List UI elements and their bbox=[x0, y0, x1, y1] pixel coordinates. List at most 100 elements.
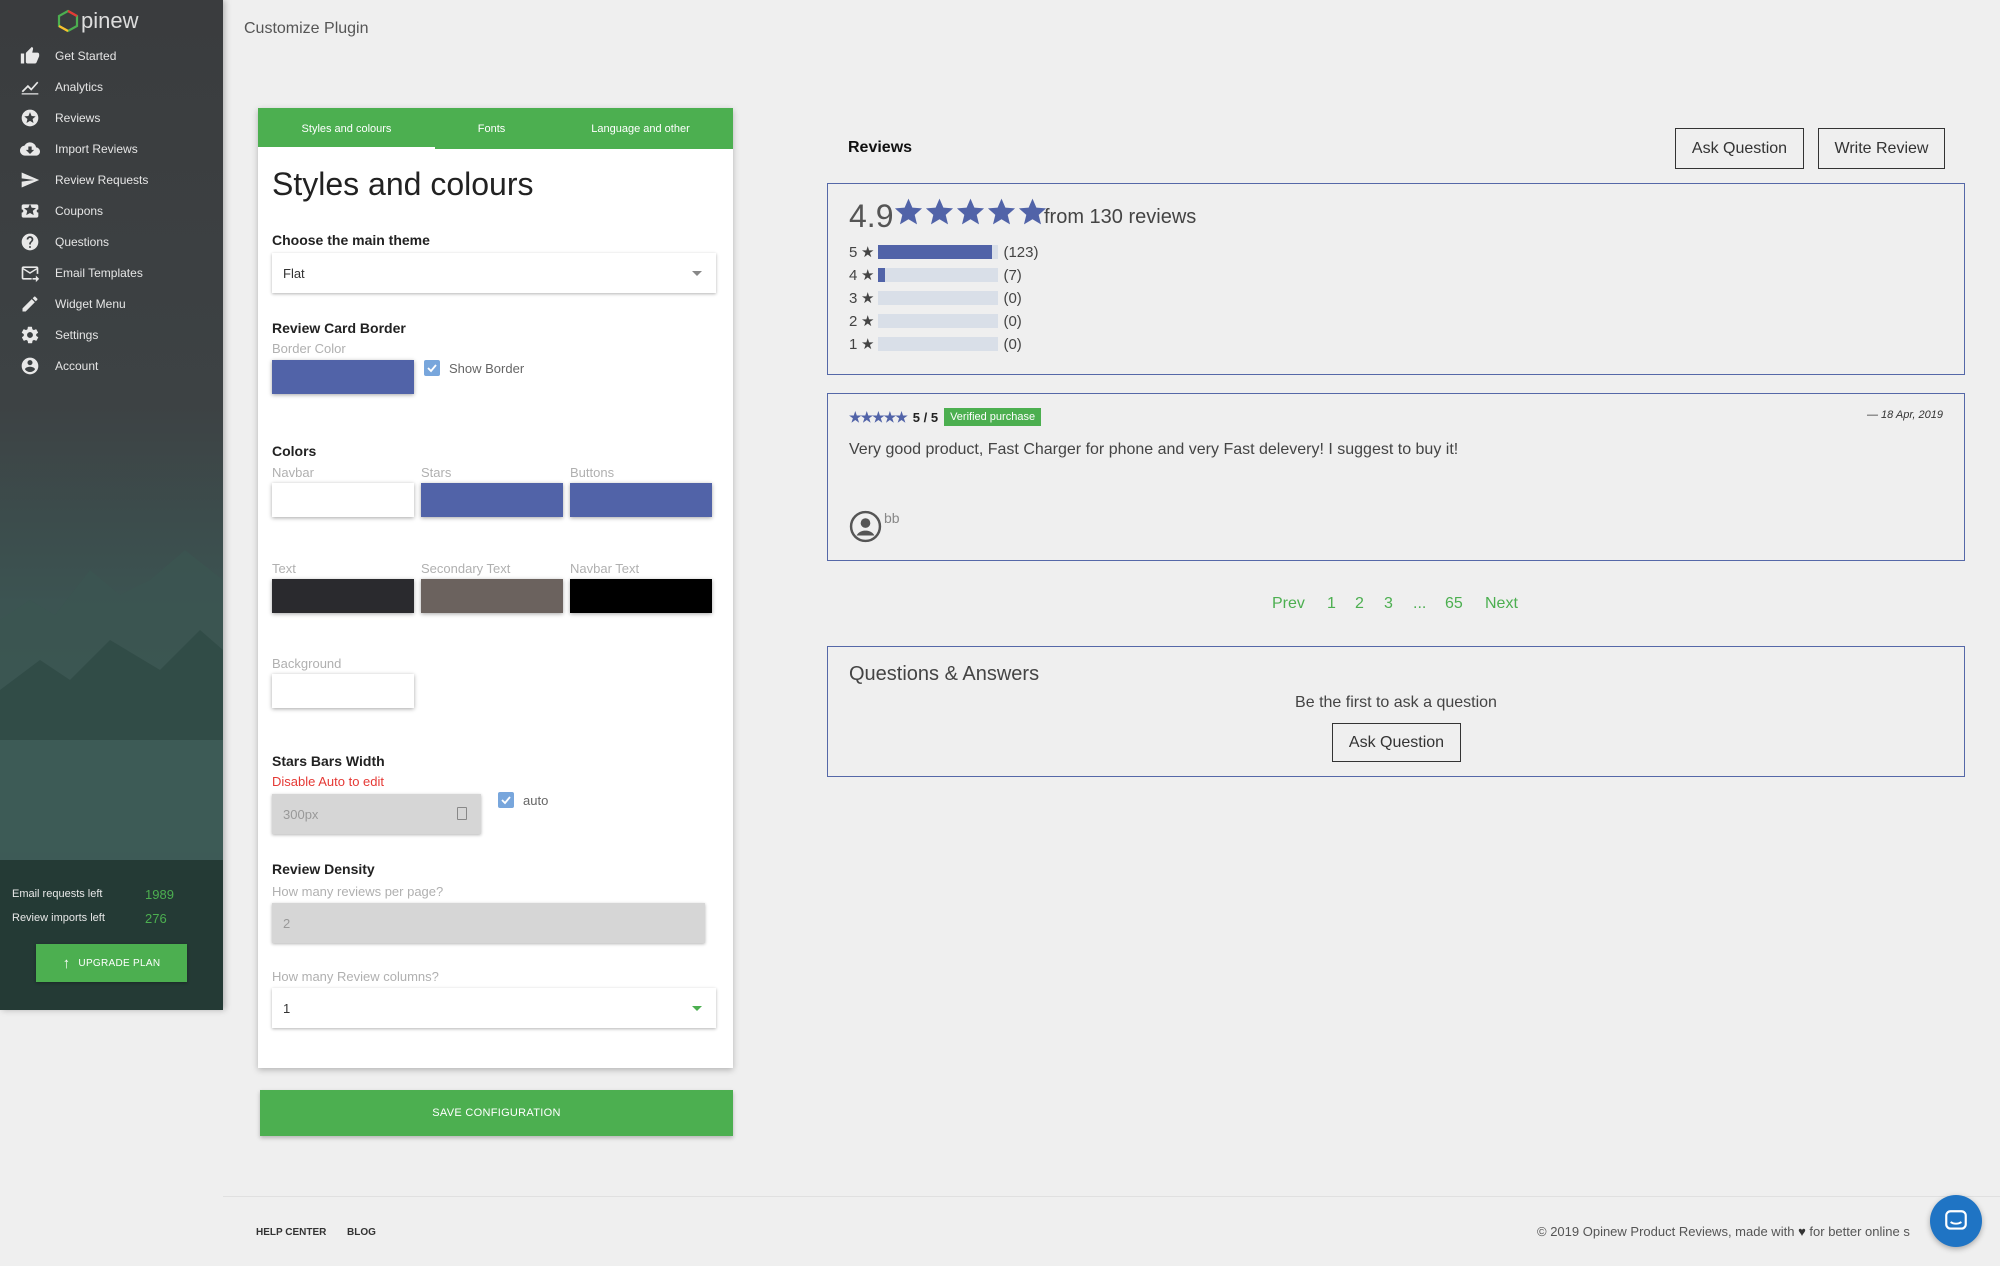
rating-summary-card: 4.9 from 130 reviews 5 ★ (123) 4 ★ (7) 3… bbox=[827, 183, 1965, 375]
reviews-title: Reviews bbox=[848, 139, 913, 156]
buttons-color-label: Buttons bbox=[570, 465, 615, 480]
small-star-icon: ★ bbox=[861, 290, 875, 307]
avatar-icon bbox=[849, 510, 882, 543]
show-border-checkbox[interactable]: Show Border bbox=[424, 360, 524, 376]
navbar-text-color-swatch[interactable] bbox=[570, 579, 712, 613]
stars-color-label: Stars bbox=[421, 465, 452, 480]
sidebar-item-account[interactable]: Account bbox=[0, 350, 223, 381]
sidebar-item-label: Import Reviews bbox=[55, 141, 138, 156]
chat-icon bbox=[1945, 1210, 1967, 1230]
secondary-text-color-swatch[interactable] bbox=[421, 579, 563, 613]
distribution-count: (0) bbox=[1003, 335, 1022, 353]
columns-select-value: 1 bbox=[283, 1000, 291, 1016]
sidebar-item-label: Widget Menu bbox=[55, 296, 126, 311]
distribution-row-2[interactable]: 2 ★ (0) bbox=[849, 311, 1022, 331]
mountain-background-image bbox=[0, 550, 223, 1010]
cloud-download-icon bbox=[19, 139, 41, 159]
logo-text: pinew bbox=[81, 8, 139, 33]
tab-language-and-other[interactable]: Language and other bbox=[548, 108, 733, 149]
auto-width-checkbox[interactable]: auto bbox=[498, 792, 548, 808]
app-logo[interactable]: pinew bbox=[57, 8, 138, 34]
stars-width-section-label: Stars Bars Width bbox=[272, 753, 385, 769]
account-circle-icon bbox=[19, 356, 41, 376]
help-circle-icon bbox=[19, 232, 41, 252]
write-review-button[interactable]: Write Review bbox=[1818, 128, 1945, 169]
distribution-row-3[interactable]: 3 ★ (0) bbox=[849, 288, 1022, 308]
chat-launcher-button[interactable] bbox=[1930, 1195, 1982, 1247]
footer-divider bbox=[223, 1196, 2000, 1197]
distribution-bar bbox=[878, 337, 999, 351]
distribution-row-1[interactable]: 1 ★ (0) bbox=[849, 334, 1022, 354]
star-icon bbox=[894, 198, 923, 225]
tab-styles-and-colours[interactable]: Styles and colours bbox=[258, 108, 435, 149]
sidebar-item-analytics[interactable]: Analytics bbox=[0, 71, 223, 102]
border-color-swatch[interactable] bbox=[272, 360, 414, 394]
columns-select[interactable]: 1 bbox=[272, 988, 716, 1028]
small-star-icon: ★ bbox=[861, 336, 875, 353]
distribution-bar-fill bbox=[878, 268, 885, 282]
upgrade-plan-label: UPGRADE PLAN bbox=[78, 957, 161, 969]
per-page-value: 2 bbox=[283, 915, 291, 931]
distribution-stars: 3 bbox=[849, 289, 858, 307]
text-color-swatch[interactable] bbox=[272, 579, 414, 613]
checkbox-checked-icon bbox=[424, 360, 440, 376]
distribution-row-4[interactable]: 4 ★ (7) bbox=[849, 265, 1022, 285]
density-section-label: Review Density bbox=[272, 861, 375, 877]
upgrade-plan-button[interactable]: ↑ UPGRADE PLAN bbox=[36, 944, 187, 982]
qa-ask-question-button[interactable]: Ask Question bbox=[1332, 723, 1461, 762]
copyright-prefix: © 2019 Opinew Product Reviews, made with bbox=[1537, 1224, 1795, 1239]
star-icon bbox=[956, 198, 985, 225]
save-configuration-button[interactable]: SAVE CONFIGURATION bbox=[260, 1090, 733, 1136]
section-heading: Styles and colours bbox=[272, 166, 534, 202]
stars-color-swatch[interactable] bbox=[421, 483, 563, 517]
qa-title: Questions & Answers bbox=[849, 663, 1040, 685]
help-center-link[interactable]: HELP CENTER bbox=[256, 1227, 326, 1238]
sidebar-item-review-requests[interactable]: Review Requests bbox=[0, 164, 223, 195]
auto-label: auto bbox=[523, 792, 549, 808]
distribution-row-5[interactable]: 5 ★ (123) bbox=[849, 242, 1038, 262]
stars-width-input[interactable]: 300px bbox=[272, 794, 481, 834]
send-icon bbox=[19, 170, 41, 190]
pagination-label: ... bbox=[1413, 595, 1427, 612]
sidebar-item-label: Reviews bbox=[55, 110, 101, 125]
small-star-icon: ★ bbox=[861, 313, 875, 330]
sidebar-item-settings[interactable]: Settings bbox=[0, 319, 223, 350]
pagination-label: 3 bbox=[1384, 595, 1393, 612]
sidebar-item-email-templates[interactable]: Email Templates bbox=[0, 257, 223, 288]
distribution-bar bbox=[878, 291, 999, 305]
review-card: ★★★★★ 5 / 5 Verified purchase — 18 Apr, … bbox=[827, 393, 1965, 561]
sidebar-item-reviews[interactable]: Reviews bbox=[0, 102, 223, 133]
stars-width-hint: Disable Auto to edit bbox=[272, 774, 385, 789]
sidebar-item-coupons[interactable]: Coupons bbox=[0, 195, 223, 226]
border-section-label: Review Card Border bbox=[272, 320, 406, 336]
colors-section-label: Colors bbox=[272, 443, 317, 459]
ask-question-button[interactable]: Ask Question bbox=[1675, 128, 1804, 169]
ticket-icon bbox=[19, 201, 41, 221]
buttons-color-swatch[interactable] bbox=[570, 483, 712, 517]
logo-hexagon-icon bbox=[57, 9, 79, 33]
distribution-count: (0) bbox=[1003, 312, 1022, 330]
pagination-label: 65 bbox=[1445, 595, 1463, 612]
settings-tabs: Styles and colours Fonts Language and ot… bbox=[258, 108, 733, 149]
pencil-icon bbox=[19, 294, 41, 314]
email-requests-value: 1989 bbox=[145, 887, 174, 902]
review-body: Very good product, Fast Charger for phon… bbox=[849, 441, 1459, 458]
sidebar-item-get-started[interactable]: Get Started bbox=[0, 40, 223, 71]
email-requests-label: Email requests left bbox=[12, 888, 103, 900]
copyright-suffix: for better online s bbox=[1809, 1224, 1910, 1239]
background-color-swatch[interactable] bbox=[272, 674, 414, 708]
per-page-input[interactable]: 2 bbox=[272, 903, 705, 943]
review-date: — 18 Apr, 2019 bbox=[1866, 409, 1943, 421]
verified-badge: Verified purchase bbox=[944, 408, 1042, 426]
sidebar-item-questions[interactable]: Questions bbox=[0, 226, 223, 257]
theme-select[interactable]: Flat bbox=[272, 253, 716, 293]
heart-icon: ♥ bbox=[1798, 1224, 1806, 1239]
sidebar-item-widget-menu[interactable]: Widget Menu bbox=[0, 288, 223, 319]
navbar-color-swatch[interactable] bbox=[272, 483, 414, 517]
distribution-stars: 1 bbox=[849, 335, 858, 353]
email-requests-quota: Email requests left 1989 bbox=[12, 887, 212, 902]
tab-fonts[interactable]: Fonts bbox=[435, 108, 548, 149]
sidebar-item-label: Questions bbox=[55, 234, 110, 249]
blog-link[interactable]: BLOG bbox=[347, 1227, 376, 1238]
sidebar-item-import-reviews[interactable]: Import Reviews bbox=[0, 133, 223, 164]
